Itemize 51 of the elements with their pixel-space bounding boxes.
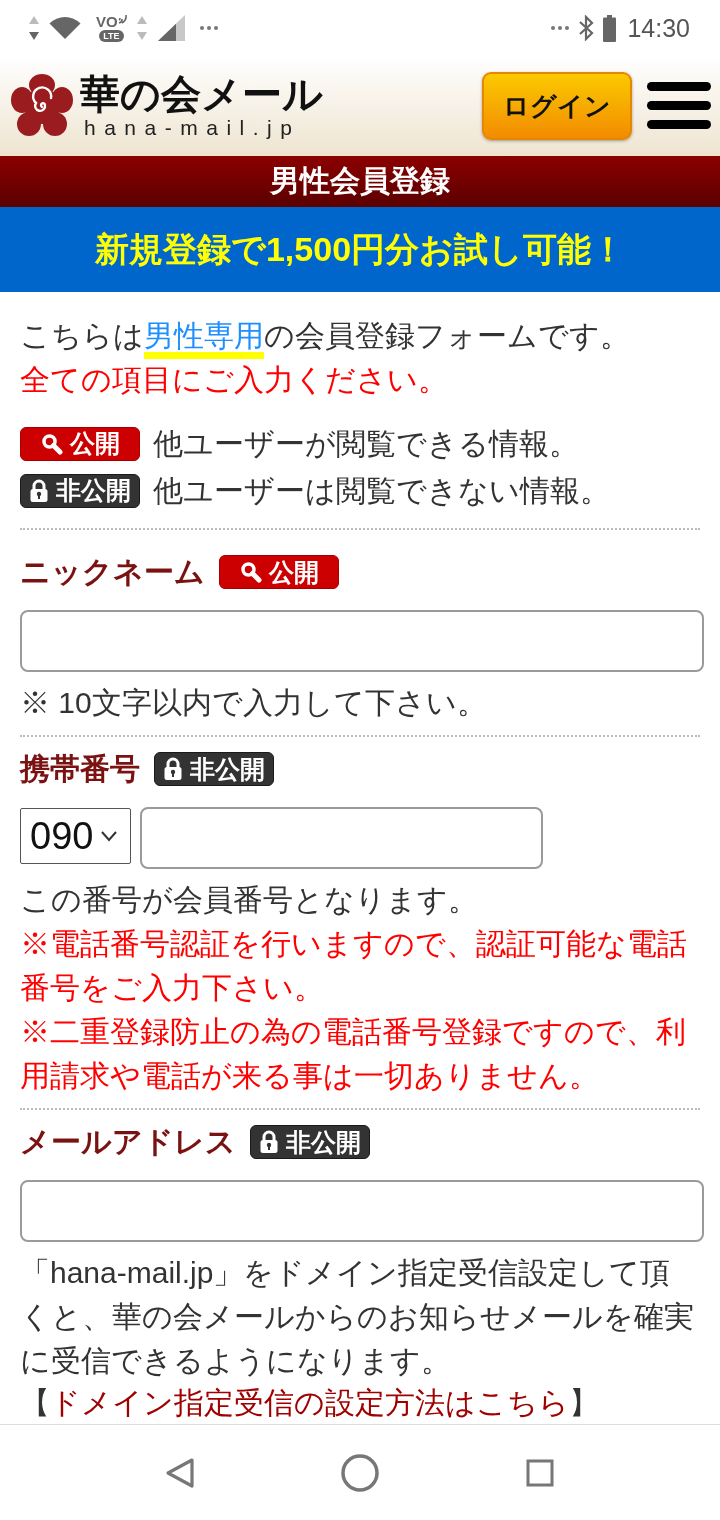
lock-icon xyxy=(259,1130,279,1154)
back-icon[interactable] xyxy=(165,1456,195,1489)
call-waves-icon xyxy=(117,14,127,24)
lock-icon xyxy=(29,478,49,503)
bluetooth-icon xyxy=(578,15,595,41)
data-arrows-icon xyxy=(135,15,148,41)
chevron-down-icon xyxy=(100,830,119,842)
intro-text: こちらは男性専用の会員登録フォームです。 xyxy=(20,318,631,354)
logo-title: 華の会メール xyxy=(80,72,323,116)
field-label: メールアドレス xyxy=(20,1124,236,1160)
wifi-icon xyxy=(49,17,81,39)
tag-label: 公開 xyxy=(69,431,120,456)
input-field[interactable] xyxy=(140,807,543,869)
flower-logo-icon xyxy=(10,73,74,139)
data-arrows-icon xyxy=(28,15,40,41)
search-icon xyxy=(239,561,262,583)
hint-text: ※ 10文字以内で入力して下さい。 xyxy=(20,685,488,721)
input-field[interactable] xyxy=(20,610,704,672)
recents-icon[interactable] xyxy=(526,1458,554,1487)
hint-text: この番号が会員番号となります。 xyxy=(20,882,479,918)
prefix-select[interactable]: 090 xyxy=(20,808,131,864)
tag-label: 非公開 xyxy=(56,478,131,503)
more-icon xyxy=(199,26,218,30)
search-icon xyxy=(40,432,63,455)
page-title: 男性会員登録 xyxy=(270,163,450,199)
field-label: 携帯番号 xyxy=(20,751,140,787)
help-link-line: 【ドメイン指定受信の設定方法はこちら】 xyxy=(20,1385,600,1421)
home-icon[interactable] xyxy=(341,1453,379,1492)
settings-link[interactable]: ドメイン指定受信の設定方法はこちら xyxy=(50,1386,569,1419)
legend-text: 他ユーザーは閲覧できない情報。 xyxy=(153,472,610,509)
tag-label: 非公開 xyxy=(190,756,265,782)
promo-text: 新規登録で1,500円分お試し可能！ xyxy=(94,228,626,270)
clock-time: 14:30 xyxy=(627,13,690,43)
hint-text: 「hana-mail.jp」をドメイン指定受信設定して頂くと、華の会メールからのお知らせメールを確実に受信できるようになります。 xyxy=(20,1255,695,1379)
field-label: ニックネーム xyxy=(20,554,205,590)
warning-text: ※二重登録防止の為の電話番号登録ですので、利用請求や電話が来る事は一切ありません。 xyxy=(20,1014,687,1094)
legend-text: 他ユーザーが閲覧できる情報。 xyxy=(153,425,579,462)
lock-icon xyxy=(163,757,183,781)
network-type-tag: LTE xyxy=(99,30,124,42)
logo-domain: hana-mail.jp xyxy=(84,116,302,140)
signal-icon xyxy=(156,15,185,41)
warning-text: ※電話番号認証を行いますので、認証可能な電話番号をご入力下さい。 xyxy=(20,926,688,1006)
battery-icon xyxy=(603,14,617,42)
input-field[interactable] xyxy=(20,1180,704,1242)
login-button[interactable]: ログイン xyxy=(482,72,632,140)
required-note: 全ての項目にご入力ください。 xyxy=(20,362,449,398)
more-icon xyxy=(551,26,570,30)
menu-icon[interactable] xyxy=(646,82,712,130)
tag-label: 非公開 xyxy=(286,1129,361,1155)
volte-label: VO xyxy=(96,14,118,29)
tag-label: 公開 xyxy=(268,559,319,585)
